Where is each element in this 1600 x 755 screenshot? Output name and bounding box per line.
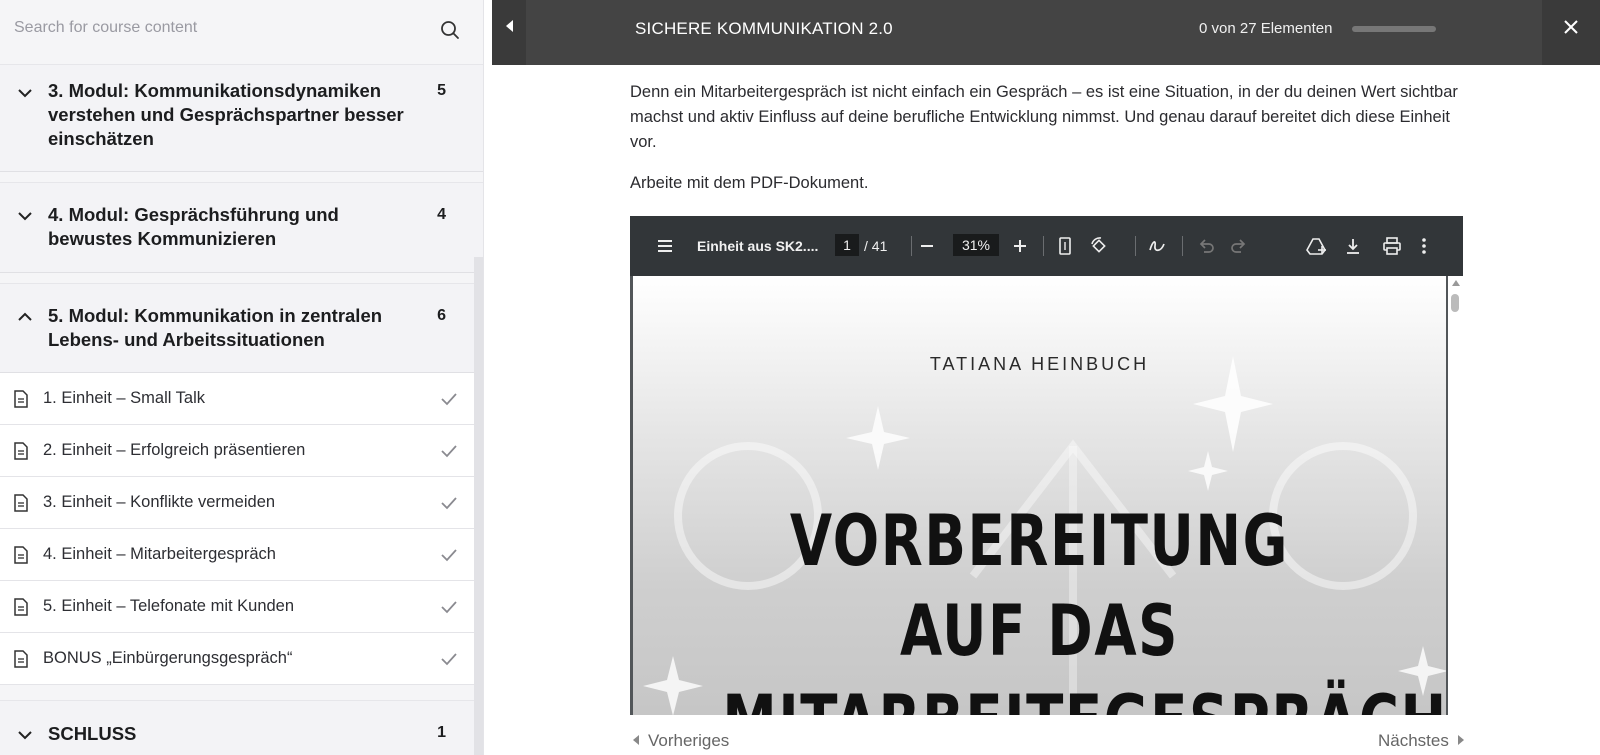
page-total: / 41: [864, 238, 888, 254]
document-icon: [14, 442, 28, 460]
close-button[interactable]: [1542, 0, 1600, 65]
chevron-down-icon[interactable]: [16, 207, 34, 225]
next-button[interactable]: Nächstes: [1378, 731, 1464, 751]
caret-left-icon: [633, 735, 639, 745]
draw-icon[interactable]: [1147, 236, 1167, 256]
search-input[interactable]: [14, 10, 434, 46]
check-icon: [441, 393, 457, 406]
next-label: Nächstes: [1378, 731, 1449, 750]
zoom-level[interactable]: 31%: [953, 234, 999, 256]
progress-text: 0 von 27 Elementen: [1199, 20, 1333, 37]
unit-item[interactable]: 4. Einheit – Mitarbeitergespräch: [0, 529, 483, 581]
unit-item[interactable]: 5. Einheit – Telefonate mit Kunden: [0, 581, 483, 633]
caret-right-icon: [1457, 735, 1464, 745]
pdf-page: TATIANA HEINBUCH VORBEREITUNG AUF DAS MI…: [633, 276, 1446, 715]
unit-label: 5. Einheit – Telefonate mit Kunden: [43, 597, 295, 615]
lesson-paragraph: Arbeite mit dem PDF-Dokument.: [630, 174, 869, 192]
check-icon: [441, 653, 457, 666]
module-4[interactable]: 4. Modul: Gesprächsführung und bewustes …: [0, 182, 483, 273]
unit-item[interactable]: 1. Einheit – Small Talk: [0, 373, 483, 425]
check-icon: [441, 549, 457, 562]
unit-label: BONUS „Einbürgerungsgespräch“: [43, 649, 293, 667]
chevron-down-icon[interactable]: [16, 84, 34, 102]
module-3[interactable]: 3. Modul: Kommunikationsdynamiken verste…: [0, 64, 483, 172]
course-header: SICHERE KOMMUNIKATION 2.0 0 von 27 Eleme…: [492, 0, 1600, 65]
caret-left-icon: [506, 20, 513, 32]
pdf-cover-title-line: VORBEREITUNG AUF DAS: [789, 500, 1290, 672]
module-unit-count: 4: [437, 206, 446, 223]
check-icon: [441, 497, 457, 510]
document-icon: [14, 494, 28, 512]
previous-label: Vorheriges: [648, 731, 730, 750]
sidebar-scrollbar[interactable]: [474, 257, 483, 755]
lesson-content: Denn ein Mitarbeitergespräch ist nicht e…: [630, 80, 1460, 196]
sidebar-search: [0, 0, 483, 58]
redo-icon[interactable]: [1230, 236, 1248, 256]
check-icon: [441, 601, 457, 614]
scroll-up-icon[interactable]: [1452, 280, 1460, 286]
progress-bar: [1352, 26, 1436, 32]
page-number-input[interactable]: 1: [835, 234, 859, 256]
more-options-icon[interactable]: [1420, 236, 1428, 256]
undo-icon[interactable]: [1197, 236, 1215, 256]
document-icon: [14, 650, 28, 668]
unit-label: 3. Einheit – Konflikte vermeiden: [43, 493, 276, 511]
collapse-sidebar-button[interactable]: [492, 0, 526, 65]
module-5[interactable]: 5. Modul: Kommunikation in zentralen Leb…: [0, 283, 483, 373]
toolbar-divider: [911, 236, 912, 256]
course-sidebar: 3. Modul: Kommunikationsdynamiken verste…: [0, 0, 484, 755]
unit-item[interactable]: 2. Einheit – Erfolgreich präsentieren: [0, 425, 483, 477]
unit-label: 2. Einheit – Erfolgreich präsentieren: [43, 441, 306, 459]
pdf-toolbar: Einheit aus SK2.... 1 / 41 31%: [630, 216, 1463, 276]
module-title: 4. Modul: Gesprächsführung und bewustes …: [48, 204, 339, 249]
module-unit-count: 6: [437, 307, 446, 324]
module-title: 3. Modul: Kommunikationsdynamiken verste…: [48, 80, 404, 149]
toolbar-divider: [1182, 236, 1183, 256]
module-unit-count: 5: [437, 82, 446, 99]
pdf-cover-title: VORBEREITUNG AUF DAS MITARBEITEGESPRÄCH: [722, 496, 1446, 715]
zoom-in-icon[interactable]: [1012, 236, 1028, 256]
document-icon: [14, 390, 28, 408]
lesson-paragraph: Denn ein Mitarbeitergespräch ist nicht e…: [630, 83, 1458, 151]
chevron-up-icon[interactable]: [16, 308, 34, 326]
unit-item[interactable]: 3. Einheit – Konflikte vermeiden: [0, 477, 483, 529]
rotate-icon[interactable]: [1089, 236, 1109, 256]
module-unit-count: 1: [437, 724, 446, 741]
scrollbar-thumb[interactable]: [1451, 294, 1459, 312]
unit-label: 4. Einheit – Mitarbeitergespräch: [43, 545, 276, 563]
previous-button[interactable]: Vorheriges: [633, 731, 729, 751]
unit-item[interactable]: BONUS „Einbürgerungsgespräch“: [0, 633, 483, 685]
document-icon: [14, 546, 28, 564]
pdf-scrollbar[interactable]: [1448, 276, 1463, 715]
toolbar-divider: [1043, 236, 1044, 256]
zoom-out-icon[interactable]: [919, 236, 935, 256]
close-icon: [1564, 20, 1578, 34]
pdf-author: TATIANA HEINBUCH: [929, 354, 1150, 374]
search-icon[interactable]: [439, 19, 461, 41]
pdf-cover-title-line: MITARBEITEGESPRÄCH: [722, 676, 1446, 715]
module-title: SCHLUSS: [48, 723, 137, 744]
document-icon: [14, 598, 28, 616]
toolbar-divider: [1135, 236, 1136, 256]
fit-page-icon[interactable]: [1058, 236, 1072, 256]
module-schluss[interactable]: SCHLUSS 1: [0, 700, 483, 755]
check-icon: [441, 445, 457, 458]
pdf-viewer[interactable]: Einheit aus SK2.... 1 / 41 31% TATIANA H…: [630, 216, 1463, 715]
module-title: 5. Modul: Kommunikation in zentralen Leb…: [48, 305, 383, 350]
unit-label: 1. Einheit – Small Talk: [43, 389, 206, 407]
pdf-file-name: Einheit aus SK2....: [697, 238, 819, 254]
menu-icon[interactable]: [656, 238, 674, 254]
course-title: SICHERE KOMMUNIKATION 2.0: [635, 19, 893, 38]
print-icon[interactable]: [1382, 236, 1402, 256]
download-icon[interactable]: [1344, 236, 1362, 256]
save-to-drive-icon[interactable]: [1306, 236, 1328, 256]
chevron-down-icon[interactable]: [16, 726, 34, 744]
